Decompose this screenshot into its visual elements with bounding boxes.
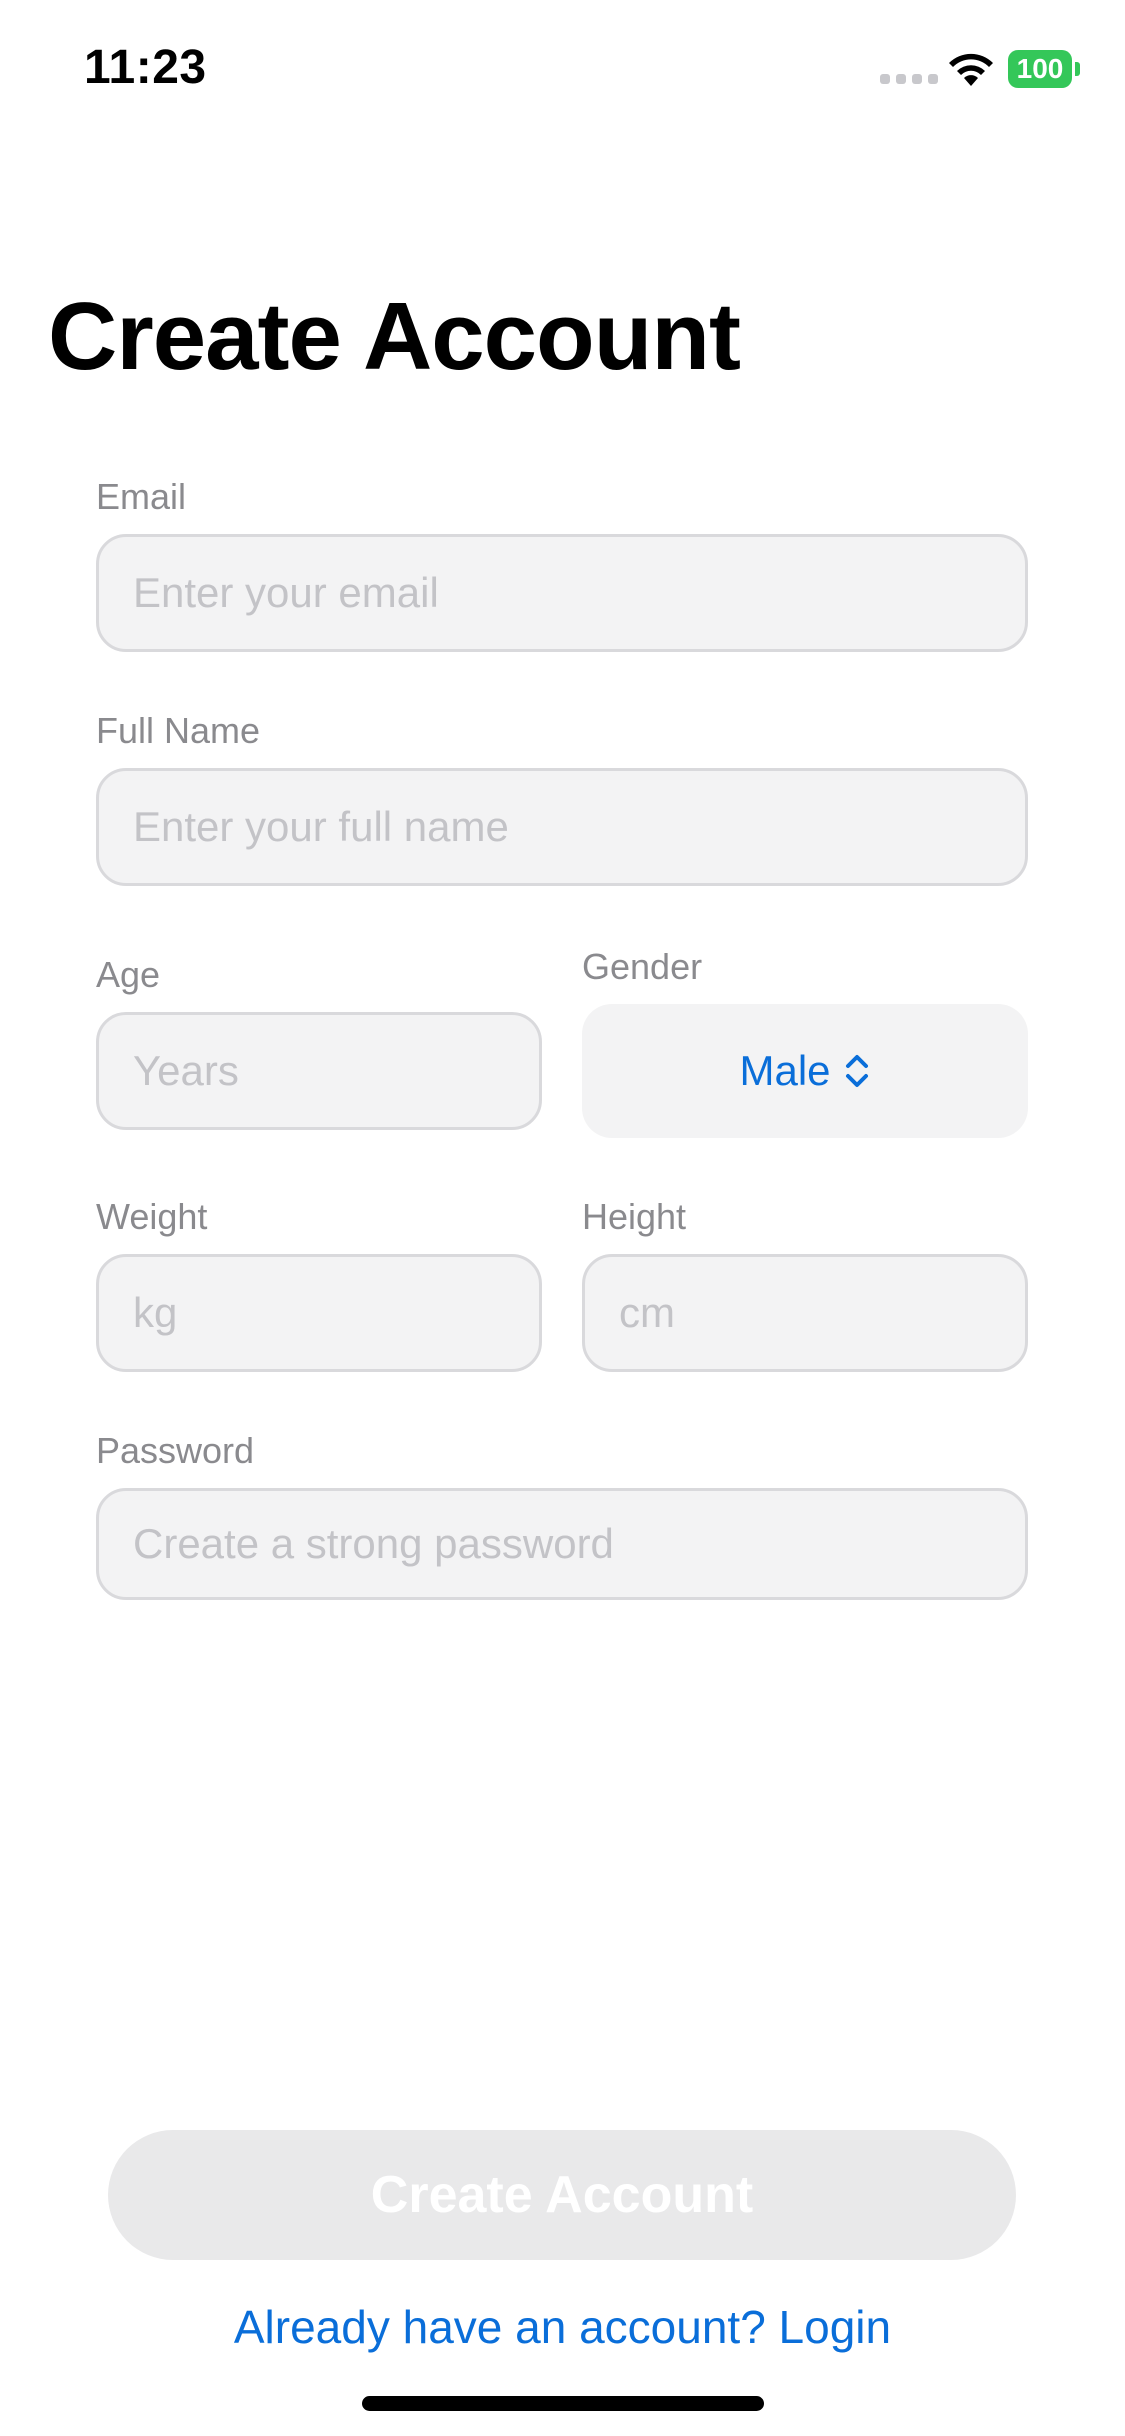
age-field[interactable] — [96, 1012, 542, 1130]
email-label: Email — [96, 476, 187, 517]
gender-select[interactable]: Male — [582, 1004, 1028, 1138]
password-label: Password — [96, 1430, 255, 1471]
height-label: Height — [582, 1196, 687, 1237]
email-field[interactable] — [96, 534, 1028, 652]
weight-field[interactable] — [96, 1254, 542, 1372]
gender-value: Male — [739, 1047, 831, 1094]
gender-label: Gender — [582, 946, 703, 987]
create-account-button[interactable]: Create Account — [108, 2130, 1016, 2260]
login-link[interactable]: Already have an account? Login — [0, 2300, 1125, 2354]
full-name-field[interactable] — [96, 768, 1028, 886]
page-title: Create Account — [48, 283, 741, 390]
full-name-label: Full Name — [96, 710, 261, 751]
wifi-icon — [949, 53, 993, 86]
weight-label: Weight — [96, 1196, 208, 1237]
status-time: 11:23 — [84, 41, 207, 94]
height-field[interactable] — [582, 1254, 1028, 1372]
age-label: Age — [96, 954, 161, 995]
cellular-signal-icon — [880, 74, 938, 84]
battery-icon: 100 — [1008, 50, 1082, 88]
password-field[interactable] — [96, 1488, 1028, 1600]
home-indicator — [362, 2396, 764, 2411]
battery-level: 100 — [1008, 50, 1072, 88]
chevron-updown-icon — [845, 1055, 868, 1087]
status-bar: 11:23 100 — [0, 0, 1125, 140]
